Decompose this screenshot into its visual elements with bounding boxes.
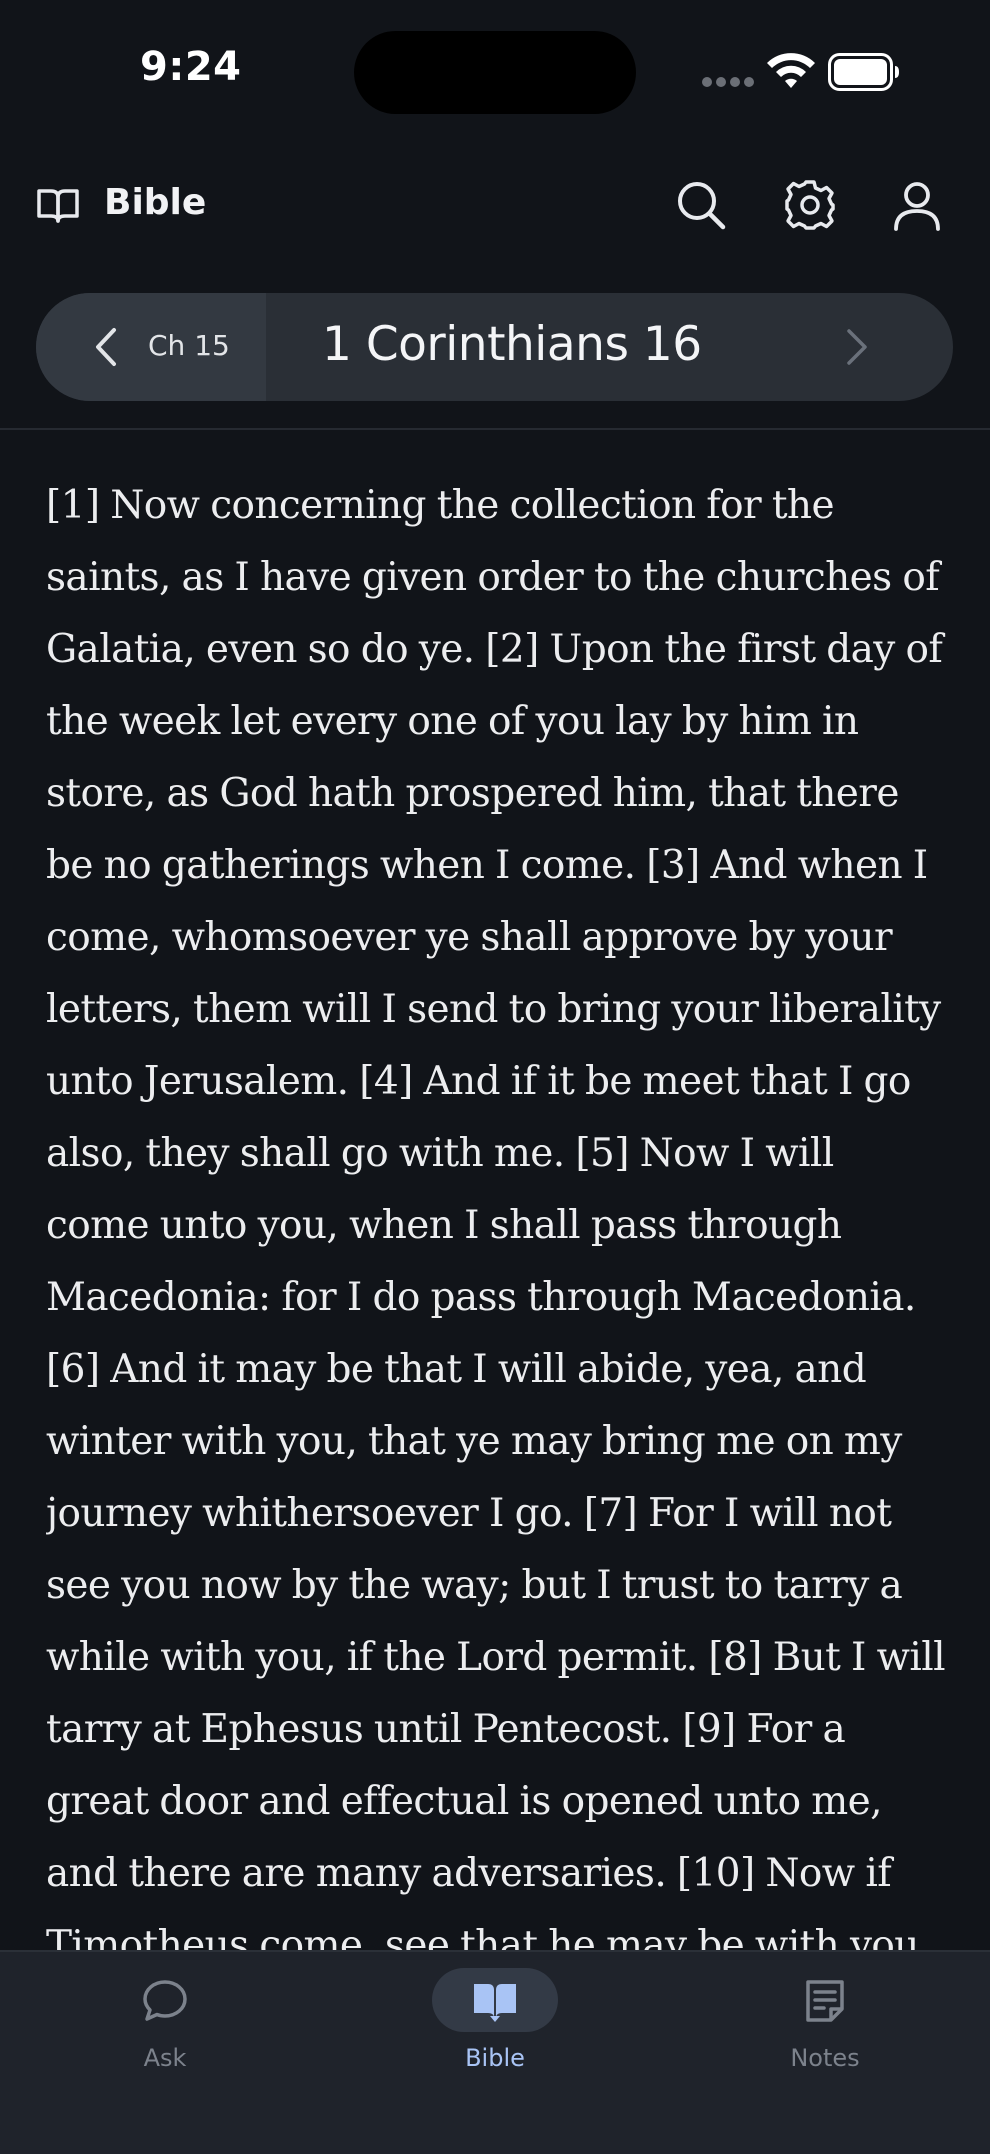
nav-tab-notes[interactable]: Notes [725, 1968, 925, 2078]
search-button[interactable] [674, 178, 728, 232]
nav-icon-container-active [432, 1968, 558, 2032]
header-divider [0, 428, 990, 430]
chapter-title[interactable]: 1 Corinthians 16 [322, 317, 702, 372]
app-header: Bible [0, 170, 990, 240]
previous-chapter-label: Ch 15 [148, 329, 230, 362]
nav-tab-bible[interactable]: Bible [395, 1968, 595, 2078]
status-time: 9:24 [140, 44, 242, 90]
bottom-navigation: Ask Bible Notes [0, 1950, 990, 2154]
next-chapter-button[interactable] [843, 327, 873, 367]
nav-icon-container [762, 1968, 888, 2032]
app-title: Bible [104, 182, 207, 223]
wifi-icon [767, 53, 815, 88]
chat-bubble-icon [143, 1980, 187, 2021]
scripture-text: [1] Now concerning the collection for th… [46, 483, 946, 1950]
status-bar: 9:24 [0, 0, 990, 150]
cellular-signal-icon [702, 77, 754, 89]
book-icon [37, 189, 79, 223]
chapter-navigator: Ch 15 1 Corinthians 16 [36, 293, 953, 401]
open-book-icon [474, 1984, 516, 2022]
notes-icon [806, 1980, 844, 2022]
nav-icon-container [102, 1968, 228, 2032]
chevron-right-icon [847, 329, 867, 365]
dynamic-island [354, 31, 636, 114]
battery-icon [828, 53, 899, 91]
search-icon [678, 182, 726, 230]
nav-label-ask: Ask [143, 2044, 187, 2072]
gear-icon [785, 180, 835, 230]
nav-label-notes: Notes [790, 2044, 860, 2072]
profile-button[interactable] [890, 178, 944, 232]
chevron-left-icon [96, 328, 116, 366]
settings-button[interactable] [783, 178, 837, 232]
user-icon [894, 182, 940, 231]
previous-chapter-button[interactable]: Ch 15 [36, 293, 266, 401]
nav-label-bible: Bible [465, 2044, 525, 2072]
nav-tab-ask[interactable]: Ask [65, 1968, 265, 2078]
